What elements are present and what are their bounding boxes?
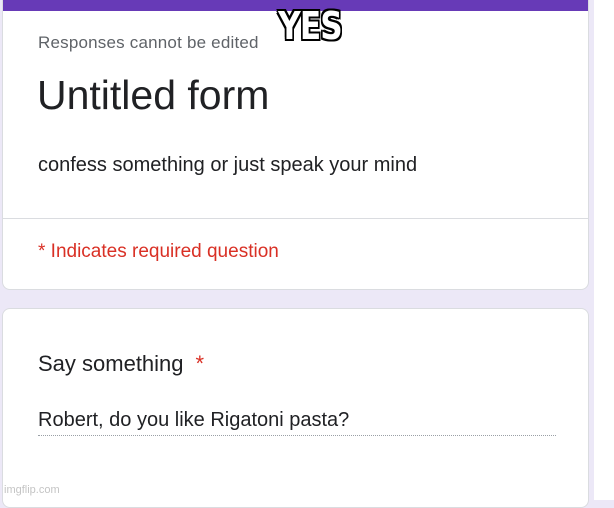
answer-underline: [38, 435, 556, 436]
form-title: Untitled form: [37, 72, 270, 118]
imgflip-watermark: imgflip.com: [4, 484, 60, 496]
answer-input[interactable]: Robert, do you like Rigatoni pasta?: [38, 409, 349, 432]
meme-caption: YES: [278, 4, 343, 48]
required-asterisk: *: [195, 351, 205, 376]
header-divider: [3, 218, 588, 219]
question-title-text: Say something: [38, 351, 184, 376]
form-description: confess something or just speak your min…: [38, 154, 418, 176]
required-note: * Indicates required question: [38, 241, 279, 262]
question-title: Say something *: [38, 351, 204, 377]
question-card: Say something * Robert, do you like Rigat…: [2, 308, 589, 508]
page-edge: [594, 0, 614, 500]
responses-note: Responses cannot be edited: [38, 33, 259, 52]
